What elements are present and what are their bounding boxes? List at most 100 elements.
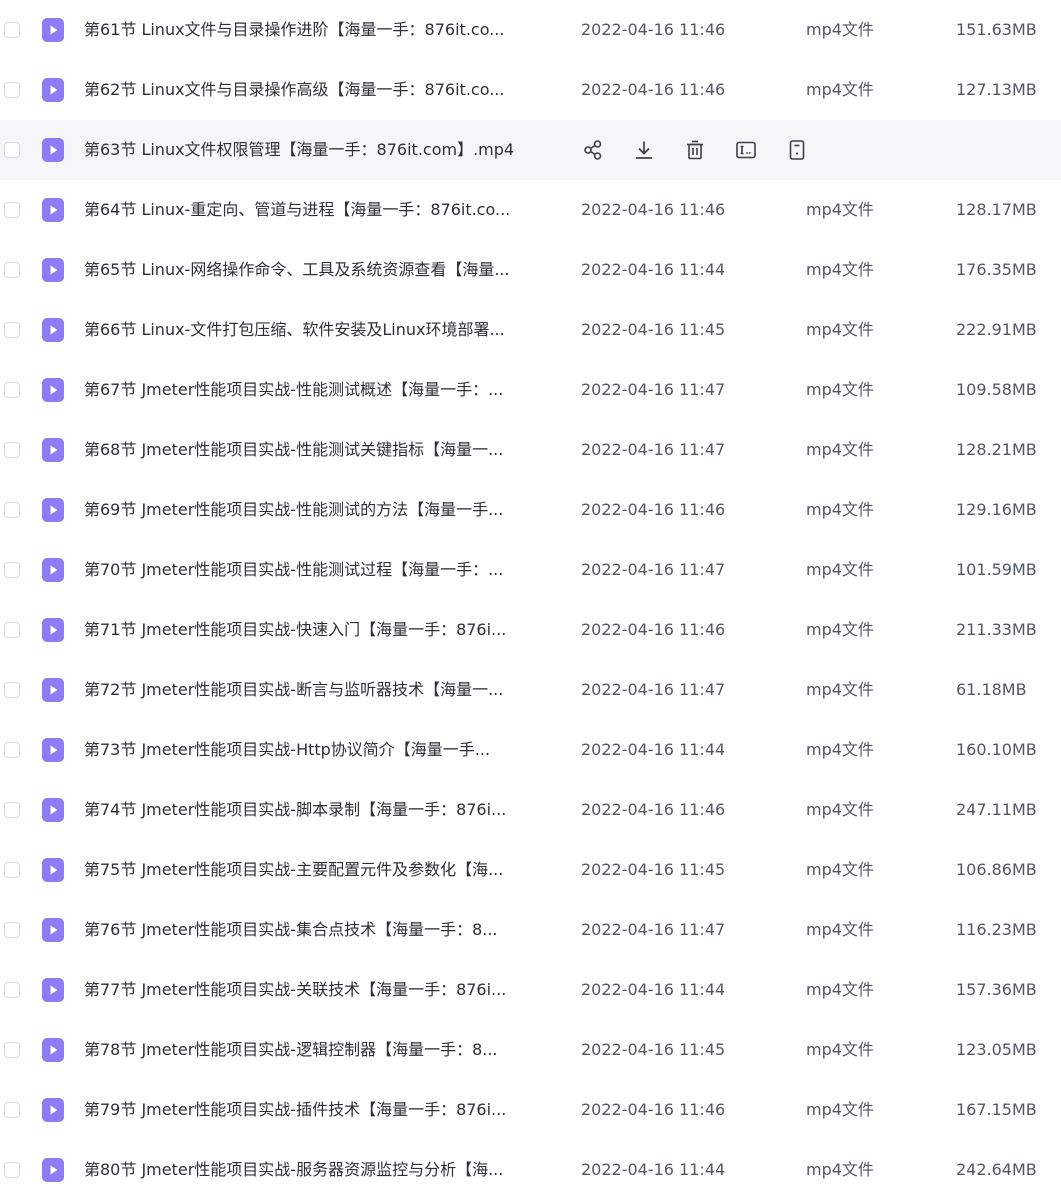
file-size: 160.10MB [956,740,1037,759]
file-row[interactable]: 第68节 Jmeter性能项目实战-性能测试关键指标【海量一... 2022-04… [0,420,1061,480]
file-row[interactable]: 第80节 Jmeter性能项目实战-服务器资源监控与分析【海... 2022-04… [0,1140,1061,1200]
file-modified-date: 2022-04-16 11:47 [581,440,726,459]
file-type: mp4文件 [806,680,874,699]
file-type: mp4文件 [806,740,874,759]
file-modified-date: 2022-04-16 11:46 [581,800,726,819]
file-name[interactable]: 第65节 Linux-网络操作命令、工具及系统资源查看【海量... [84,240,556,300]
row-checkbox[interactable] [4,742,20,758]
file-size: 123.05MB [956,1040,1037,1059]
file-size: 211.33MB [956,620,1037,639]
file-row[interactable]: 第71节 Jmeter性能项目实战-快速入门【海量一手：876i... 2022-… [0,600,1061,660]
row-checkbox[interactable] [4,322,20,338]
file-name[interactable]: 第77节 Jmeter性能项目实战-关联技术【海量一手：876i... [84,960,556,1020]
file-name[interactable]: 第78节 Jmeter性能项目实战-逻辑控制器【海量一手：8... [84,1020,556,1080]
row-checkbox[interactable] [4,82,20,98]
download-icon[interactable] [632,138,656,162]
file-row[interactable]: 第77节 Jmeter性能项目实战-关联技术【海量一手：876i... 2022-… [0,960,1061,1020]
file-size: 157.36MB [956,980,1037,999]
file-name[interactable]: 第67节 Jmeter性能项目实战-性能测试概述【海量一手：... [84,360,556,420]
row-checkbox[interactable] [4,442,20,458]
file-modified-date: 2022-04-16 11:46 [581,80,726,99]
file-row[interactable]: 第73节 Jmeter性能项目实战-Http协议简介【海量一手... 2022-0… [0,720,1061,780]
file-row[interactable]: 第67节 Jmeter性能项目实战-性能测试概述【海量一手：... 2022-04… [0,360,1061,420]
row-checkbox[interactable] [4,862,20,878]
file-name[interactable]: 第70节 Jmeter性能项目实战-性能测试过程【海量一手：... [84,540,556,600]
file-name[interactable]: 第66节 Linux-文件打包压缩、软件安装及Linux环境部署... [84,300,556,360]
file-name[interactable]: 第79节 Jmeter性能项目实战-插件技术【海量一手：876i... [84,1080,556,1140]
file-name[interactable]: 第71节 Jmeter性能项目实战-快速入门【海量一手：876i... [84,600,556,660]
file-type: mp4文件 [806,980,874,999]
file-name[interactable]: 第69节 Jmeter性能项目实战-性能测试的方法【海量一手... [84,480,556,540]
file-name[interactable]: 第68节 Jmeter性能项目实战-性能测试关键指标【海量一... [84,420,556,480]
row-checkbox[interactable] [4,202,20,218]
file-row[interactable]: 第69节 Jmeter性能项目实战-性能测试的方法【海量一手... 2022-04… [0,480,1061,540]
file-row[interactable]: 第70节 Jmeter性能项目实战-性能测试过程【海量一手：... 2022-04… [0,540,1061,600]
row-checkbox[interactable] [4,982,20,998]
file-size: 109.58MB [956,380,1037,399]
row-checkbox[interactable] [4,142,20,158]
detail-icon[interactable] [785,138,809,162]
file-name[interactable]: 第63节 Linux文件权限管理【海量一手：876it.com】.mp4 [84,120,556,180]
file-type: mp4文件 [806,920,874,939]
row-checkbox[interactable] [4,262,20,278]
video-file-icon [41,1038,65,1062]
file-name[interactable]: 第62节 Linux文件与目录操作高级【海量一手：876it.co... [84,60,556,120]
file-row[interactable]: 第63节 Linux文件权限管理【海量一手：876it.com】.mp4 [0,120,1061,180]
file-name[interactable]: 第74节 Jmeter性能项目实战-脚本录制【海量一手：876i... [84,780,556,840]
file-size: 176.35MB [956,260,1037,279]
file-row[interactable]: 第76节 Jmeter性能项目实战-集合点技术【海量一手：8... 2022-04… [0,900,1061,960]
share-icon[interactable] [581,138,605,162]
file-row[interactable]: 第64节 Linux-重定向、管道与进程【海量一手：876it.co... 202… [0,180,1061,240]
row-checkbox[interactable] [4,1042,20,1058]
file-name[interactable]: 第64节 Linux-重定向、管道与进程【海量一手：876it.co... [84,180,556,240]
file-row[interactable]: 第78节 Jmeter性能项目实战-逻辑控制器【海量一手：8... 2022-04… [0,1020,1061,1080]
file-type: mp4文件 [806,560,874,579]
file-modified-date: 2022-04-16 11:47 [581,920,726,939]
rename-icon[interactable] [734,138,758,162]
file-row[interactable]: 第74节 Jmeter性能项目实战-脚本录制【海量一手：876i... 2022-… [0,780,1061,840]
file-size: 128.17MB [956,200,1037,219]
file-modified-date: 2022-04-16 11:45 [581,860,726,879]
file-row[interactable]: 第75节 Jmeter性能项目实战-主要配置元件及参数化【海... 2022-04… [0,840,1061,900]
file-type: mp4文件 [806,500,874,519]
row-checkbox[interactable] [4,622,20,638]
video-file-icon [41,438,65,462]
file-row[interactable]: 第65节 Linux-网络操作命令、工具及系统资源查看【海量... 2022-04… [0,240,1061,300]
file-name[interactable]: 第76节 Jmeter性能项目实战-集合点技术【海量一手：8... [84,900,556,960]
file-name[interactable]: 第61节 Linux文件与目录操作进阶【海量一手：876it.co... [84,0,556,60]
video-file-icon [41,1158,65,1182]
row-checkbox[interactable] [4,22,20,38]
row-checkbox[interactable] [4,562,20,578]
file-row[interactable]: 第72节 Jmeter性能项目实战-断言与监听器技术【海量一... 2022-04… [0,660,1061,720]
file-name[interactable]: 第72节 Jmeter性能项目实战-断言与监听器技术【海量一... [84,660,556,720]
row-checkbox[interactable] [4,922,20,938]
trash-icon[interactable] [683,138,707,162]
file-type: mp4文件 [806,440,874,459]
file-name[interactable]: 第80节 Jmeter性能项目实战-服务器资源监控与分析【海... [84,1140,556,1200]
row-checkbox[interactable] [4,802,20,818]
video-file-icon [41,798,65,822]
file-row[interactable]: 第66节 Linux-文件打包压缩、软件安装及Linux环境部署... 2022-… [0,300,1061,360]
file-name[interactable]: 第73节 Jmeter性能项目实战-Http协议简介【海量一手... [84,720,556,780]
video-file-icon [41,618,65,642]
video-file-icon [41,78,65,102]
row-checkbox[interactable] [4,502,20,518]
file-row[interactable]: 第61节 Linux文件与目录操作进阶【海量一手：876it.co... 2022… [0,0,1061,60]
row-checkbox[interactable] [4,1162,20,1178]
row-checkbox[interactable] [4,682,20,698]
row-checkbox[interactable] [4,382,20,398]
file-row[interactable]: 第62节 Linux文件与目录操作高级【海量一手：876it.co... 2022… [0,60,1061,120]
file-row[interactable]: 第79节 Jmeter性能项目实战-插件技术【海量一手：876i... 2022-… [0,1080,1061,1140]
file-type: mp4文件 [806,860,874,879]
file-type: mp4文件 [806,320,874,339]
file-modified-date: 2022-04-16 11:47 [581,380,726,399]
file-type: mp4文件 [806,1100,874,1119]
video-file-icon [41,18,65,42]
file-type: mp4文件 [806,800,874,819]
file-type: mp4文件 [806,620,874,639]
file-modified-date: 2022-04-16 11:44 [581,260,726,279]
video-file-icon [41,498,65,522]
file-modified-date: 2022-04-16 11:44 [581,740,726,759]
row-checkbox[interactable] [4,1102,20,1118]
file-name[interactable]: 第75节 Jmeter性能项目实战-主要配置元件及参数化【海... [84,840,556,900]
